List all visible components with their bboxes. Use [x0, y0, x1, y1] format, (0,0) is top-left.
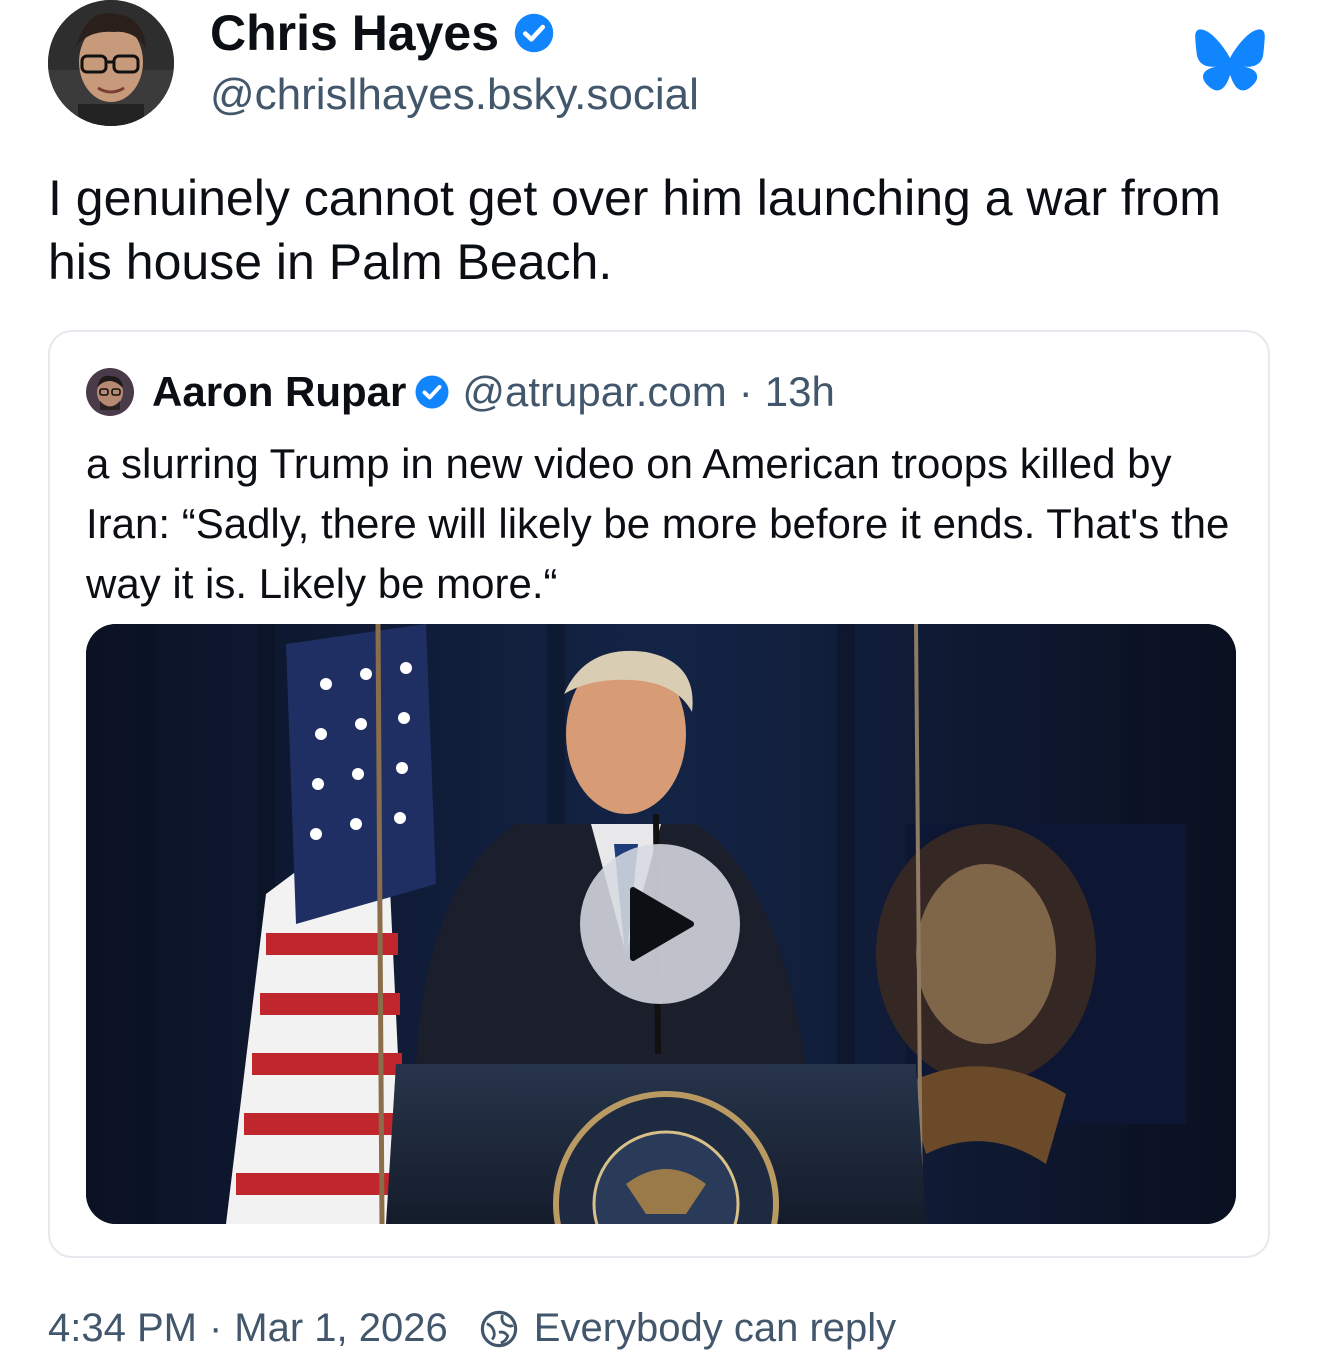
post-text: I genuinely cannot get over him launchin… — [48, 170, 1221, 290]
reply-setting[interactable]: Everybody can reply — [534, 1306, 896, 1351]
footer-separator: · — [208, 1306, 223, 1350]
quote-author-handle[interactable]: @atrupar.com — [462, 368, 726, 416]
quote-text: a slurring Trump in new video on America… — [86, 440, 1230, 607]
author-name-row[interactable]: Chris Hayes — [210, 4, 555, 62]
post-view: Chris Hayes @chrislhayes.bsky.social I g… — [0, 0, 1320, 1365]
verified-badge-icon — [415, 375, 449, 409]
bluesky-butterfly-icon — [1195, 29, 1265, 91]
quote-author-name[interactable]: Aaron Rupar — [152, 368, 406, 416]
quoted-post-header: Aaron Rupar @atrupar.com · 13h — [86, 368, 835, 416]
quote-separator: · — [738, 368, 753, 415]
video-embed[interactable] — [86, 624, 1236, 1224]
post-footer: 4:34 PM · Mar 1, 2026 Everybody can repl… — [48, 1306, 896, 1351]
post-time: 4:34 PM — [48, 1306, 197, 1350]
author-avatar[interactable] — [48, 0, 174, 126]
verified-badge-icon — [514, 13, 554, 53]
quote-author-avatar[interactable] — [86, 368, 134, 416]
play-button[interactable] — [580, 844, 740, 1004]
author-handle[interactable]: @chrislhayes.bsky.social — [210, 70, 699, 120]
quoted-post-card[interactable]: Aaron Rupar @atrupar.com · 13h a slurrin… — [48, 330, 1270, 1258]
quote-timestamp[interactable]: 13h — [765, 368, 835, 416]
post-date: Mar 1, 2026 — [234, 1306, 448, 1350]
play-icon — [630, 887, 694, 961]
globe-reply-icon — [480, 1310, 517, 1347]
author-name[interactable]: Chris Hayes — [210, 4, 499, 62]
